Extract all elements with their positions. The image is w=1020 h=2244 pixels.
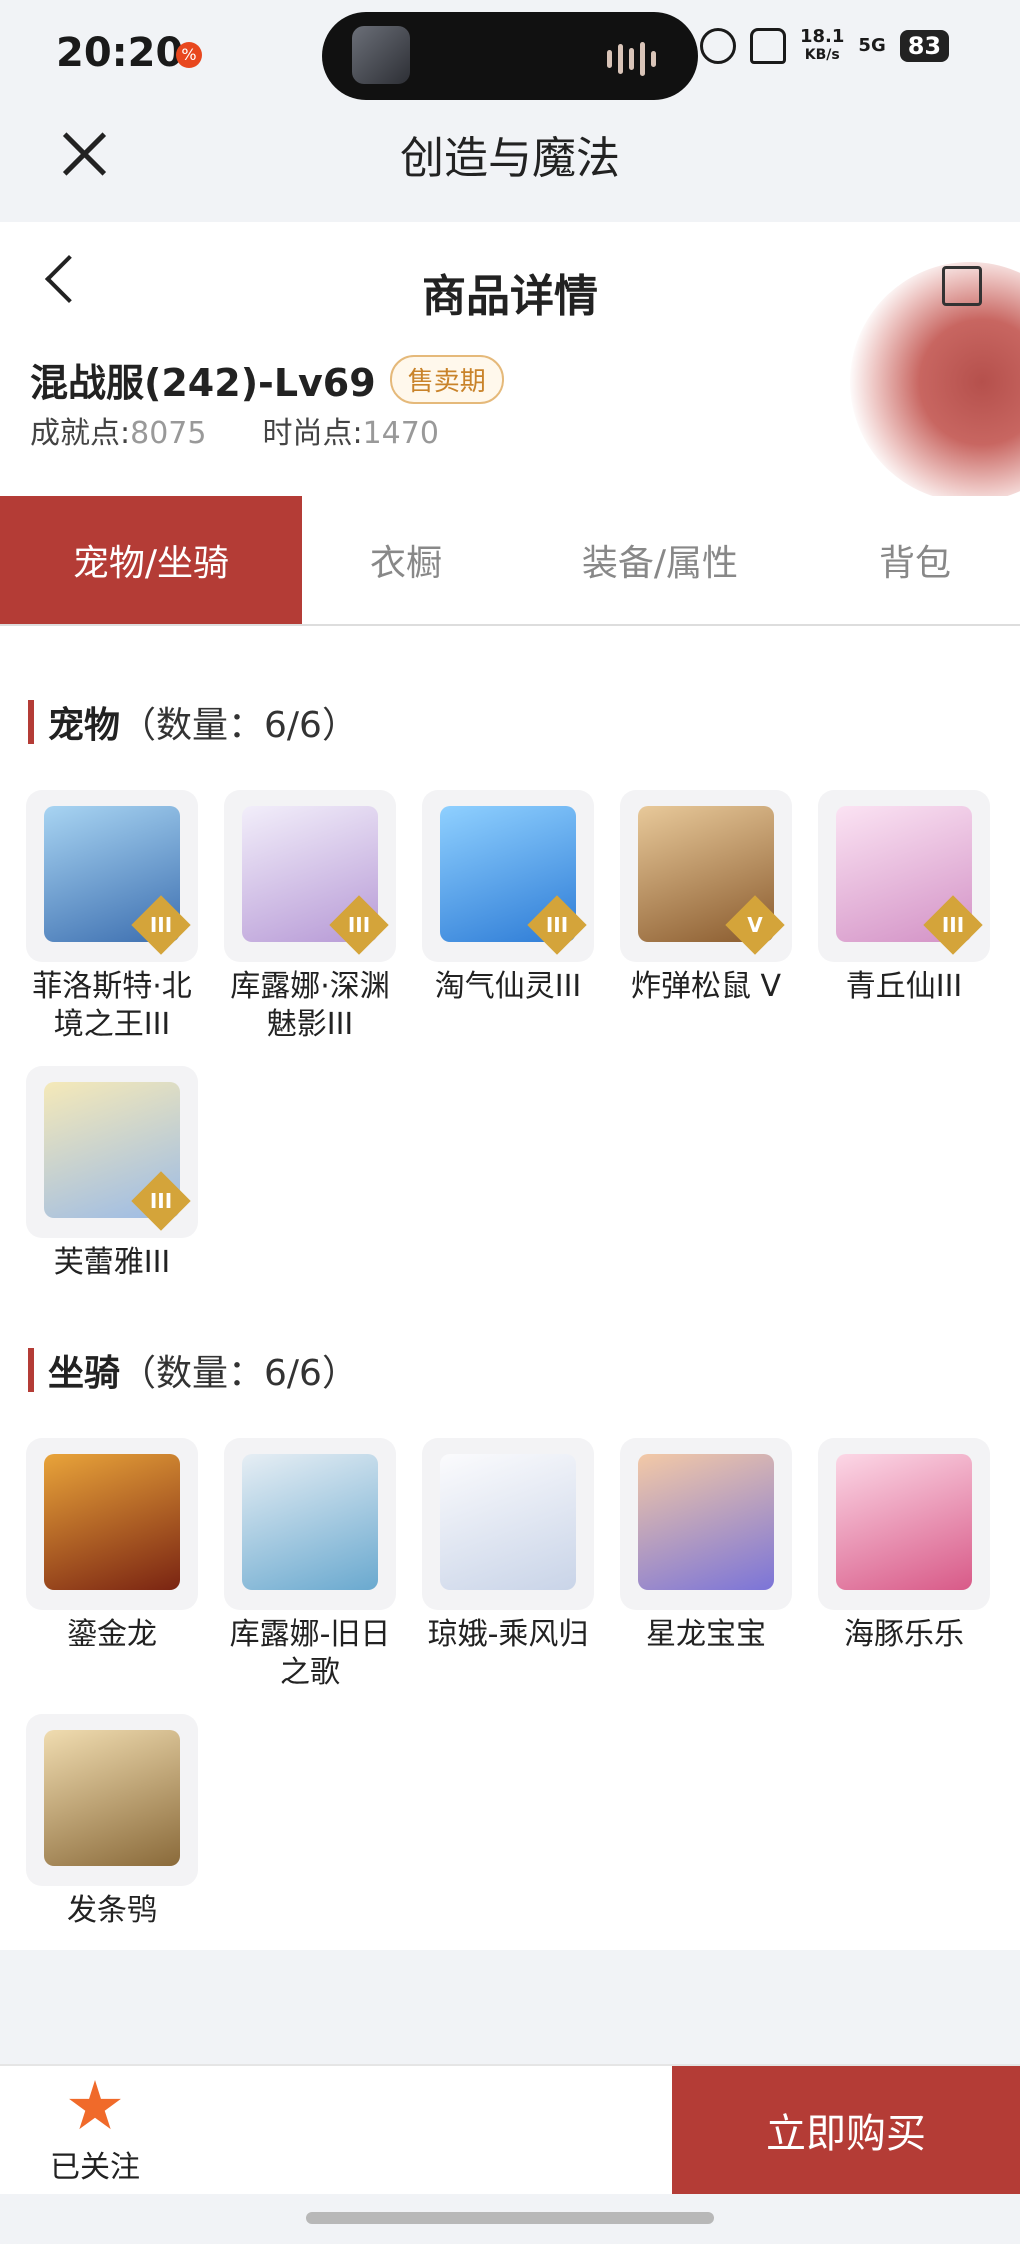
tab-pets-mounts[interactable]: 宠物/坐骑 [0, 496, 302, 624]
bottom-action-bar: 已关注 立即购买 [0, 2064, 1020, 2194]
mount-card[interactable]: 鎏金龙 [24, 1438, 200, 1654]
star-icon [69, 2080, 121, 2130]
pet-name: 菲洛斯特·北境之王III [32, 969, 192, 1042]
category-tabs: 宠物/坐骑 衣橱 装备/属性 背包 [0, 496, 1020, 626]
dynamic-island[interactable] [322, 12, 698, 100]
media-thumbnail [352, 26, 410, 84]
mute-icon [750, 28, 786, 64]
mount-image [440, 1454, 576, 1590]
pet-card[interactable]: III 芙蕾雅III [24, 1066, 200, 1282]
signal-icon: 5G [858, 35, 886, 56]
app-title: 创造与魔法 [400, 133, 620, 184]
mount-name: 库露娜-旧日之歌 [229, 1617, 391, 1690]
pet-card[interactable]: V 炸弹松鼠 V [618, 790, 794, 1006]
mount-image [638, 1454, 774, 1590]
tier-badge: III [131, 895, 191, 955]
mount-card[interactable]: 海豚乐乐 [816, 1438, 992, 1654]
mount-card[interactable]: 发条鸮 [24, 1714, 200, 1930]
mount-name: 鎏金龙 [67, 1617, 157, 1652]
page-title: 商品详情 [422, 271, 598, 322]
achievement-points: 成就点:8075 [30, 416, 207, 451]
mount-image [44, 1730, 180, 1866]
mount-image [836, 1454, 972, 1590]
pet-card[interactable]: III 青丘仙III [816, 790, 992, 1006]
server-level: 混战服(242)-Lv69 售卖期 [30, 352, 504, 407]
pet-name: 炸弹松鼠 V [630, 969, 782, 1004]
net-speed: 18.1 KB/s [800, 26, 845, 64]
notification-icon: % [176, 42, 202, 68]
tab-backpack[interactable]: 背包 [810, 496, 1020, 624]
home-indicator[interactable] [306, 2212, 714, 2224]
pets-section-title: 宠物 （数量：6/6） [28, 696, 358, 748]
pet-name: 库露娜·深渊魅影III [230, 969, 390, 1042]
tier-badge: III [923, 895, 983, 955]
mount-name: 海豚乐乐 [844, 1617, 964, 1652]
tier-badge: V [725, 895, 785, 955]
battery-icon: 83 [899, 30, 950, 62]
mount-card[interactable]: 星龙宝宝 [618, 1438, 794, 1654]
tier-badge: III [329, 895, 389, 955]
mount-card[interactable]: 库露娜-旧日之歌 [222, 1438, 398, 1692]
tab-equipment[interactable]: 装备/属性 [510, 496, 810, 624]
alarm-icon [700, 28, 736, 64]
product-header: 商品详情 混战服(242)-Lv69 售卖期 成就点:8075 时尚点:1470 [0, 222, 1020, 496]
tier-badge: III [131, 1171, 191, 1231]
fashion-points: 时尚点:1470 [262, 416, 439, 451]
follow-button[interactable]: 已关注 [40, 2080, 150, 2186]
pet-name: 青丘仙III [845, 969, 963, 1004]
clock: 20:20 [56, 30, 184, 76]
mount-name: 发条鸮 [67, 1893, 157, 1928]
system-icons: 18.1 KB/s 5G 83 [700, 26, 950, 64]
tab-wardrobe[interactable]: 衣橱 [302, 496, 510, 624]
mount-image [242, 1454, 378, 1590]
pet-name: 芙蕾雅III [53, 1245, 171, 1280]
mounts-section-title: 坐骑 （数量：6/6） [28, 1344, 358, 1396]
mount-image [44, 1454, 180, 1590]
mount-name: 星龙宝宝 [646, 1617, 766, 1652]
app-title-bar: 创造与魔法 [0, 110, 1020, 220]
pet-card[interactable]: III 菲洛斯特·北境之王III [24, 790, 200, 1044]
points-row: 成就点:8075 时尚点:1470 [30, 408, 439, 452]
buy-now-button[interactable]: 立即购买 [672, 2066, 1020, 2194]
mount-name: 琼娥-乘风归 [427, 1617, 589, 1652]
content-panel: 宠物 （数量：6/6） III 菲洛斯特·北境之王III III 库露娜·深渊魅影… [0, 626, 1020, 1950]
share-icon[interactable] [942, 266, 982, 306]
mount-card[interactable]: 琼娥-乘风归 [420, 1438, 596, 1654]
status-bar: 20:20 % 18.1 KB/s 5G 83 [0, 0, 1020, 120]
audio-wave-icon [607, 42, 656, 76]
pet-card[interactable]: III 库露娜·深渊魅影III [222, 790, 398, 1044]
pet-card[interactable]: III 淘气仙灵III [420, 790, 596, 1006]
tier-badge: III [527, 895, 587, 955]
status-badge: 售卖期 [389, 355, 504, 404]
pet-name: 淘气仙灵III [434, 969, 582, 1004]
